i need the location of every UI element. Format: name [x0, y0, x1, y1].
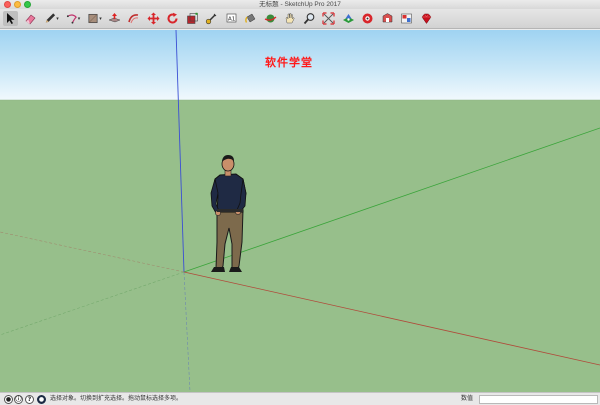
ruby-tool-button[interactable] — [419, 11, 434, 26]
arc-icon — [66, 14, 77, 24]
share-model-icon — [382, 13, 392, 23]
status-message: 选择对象。切换到扩充选择。拖动鼠标选择多项。 — [50, 395, 183, 402]
green-axis-line — [183, 127, 600, 273]
move-tool-button[interactable] — [146, 11, 161, 26]
measurements-label: 数值 — [461, 395, 474, 402]
green-axis-dashed — [0, 271, 185, 336]
pan-tool-button[interactable] — [282, 11, 297, 26]
main-toolbar: ▾ ▾ ▾ A1 — [0, 9, 600, 29]
credits-icon[interactable]: ⓘ — [14, 395, 23, 404]
tape-measure-tool-button[interactable] — [204, 11, 219, 26]
instructor-icon[interactable]: ? — [25, 395, 34, 404]
svg-text:A1: A1 — [228, 16, 235, 22]
line-tool-button[interactable]: ▾ — [42, 11, 61, 26]
person-figure[interactable] — [210, 155, 247, 272]
scale-tool-button[interactable] — [185, 11, 200, 26]
arrow-cursor-icon — [7, 13, 15, 24]
extension-icon — [362, 13, 373, 24]
move-arrows-icon — [147, 12, 159, 25]
rectangle-tool-button[interactable]: ▾ — [85, 11, 104, 26]
arc-tool-caret-icon: ▾ — [77, 15, 81, 22]
geo-location-icon[interactable]: ● — [4, 395, 13, 404]
rotate-tool-button[interactable] — [165, 11, 180, 26]
offset-icon — [128, 14, 139, 24]
rectangle-tool-caret-icon: ▾ — [99, 15, 102, 22]
warehouse-icon — [342, 14, 354, 23]
zoom-tool-button[interactable] — [302, 11, 317, 26]
blue-axis-dashed — [183, 271, 191, 392]
profile-icon[interactable]: ● — [37, 395, 46, 404]
3d-warehouse-tool-button[interactable] — [341, 11, 356, 26]
orbit-tool-button[interactable] — [263, 11, 278, 26]
offset-tool-button[interactable] — [126, 11, 141, 26]
red-axis-line — [183, 271, 600, 366]
line-tool-caret-icon: ▾ — [56, 15, 59, 22]
zoom-extents-tool-button[interactable] — [321, 11, 336, 26]
status-bar: ● ⓘ ? ● 选择对象。切换到扩充选择。拖动鼠标选择多项。 数值 — [0, 392, 600, 405]
text-icon: A1 — [226, 13, 236, 23]
ruby-icon — [421, 13, 431, 24]
measurements-input[interactable] — [479, 395, 598, 404]
zoom-extents-icon — [322, 12, 335, 25]
layout-icon — [401, 13, 412, 24]
text-tool-button[interactable]: A1 — [224, 11, 239, 26]
red-axis-dashed — [0, 231, 185, 273]
modeling-viewport[interactable]: 软件学堂 — [0, 30, 600, 392]
paint-bucket-icon — [245, 13, 256, 23]
scene-canvas — [0, 30, 600, 392]
orbit-icon — [264, 14, 276, 23]
arc-tool-button[interactable]: ▾ — [64, 11, 83, 26]
eraser-tool-button[interactable] — [23, 11, 38, 26]
scale-icon — [186, 12, 198, 24]
window-titlebar: 无标题 - SketchUp Pro 2017 — [0, 0, 600, 9]
extension-warehouse-tool-button[interactable] — [360, 11, 375, 26]
share-model-tool-button[interactable] — [380, 11, 395, 26]
select-tool-button[interactable] — [3, 11, 18, 26]
push-pull-tool-button[interactable] — [107, 11, 122, 26]
pencil-icon — [46, 13, 56, 23]
rotate-icon — [167, 12, 178, 24]
eraser-icon — [25, 14, 35, 25]
tape-measure-icon — [205, 13, 217, 25]
hand-icon — [285, 13, 295, 24]
paint-bucket-tool-button[interactable] — [243, 11, 258, 26]
window-title: 无标题 - SketchUp Pro 2017 — [259, 1, 341, 8]
magnifier-icon — [303, 13, 314, 25]
rectangle-icon — [88, 13, 98, 24]
push-pull-icon — [107, 13, 121, 23]
layout-tool-button[interactable] — [399, 11, 414, 26]
blue-axis-line — [175, 30, 185, 273]
